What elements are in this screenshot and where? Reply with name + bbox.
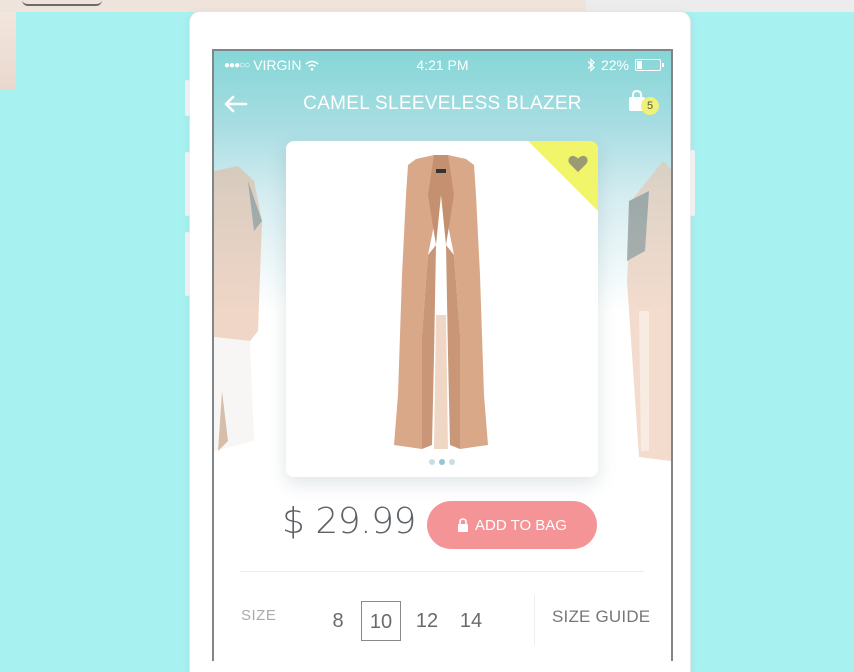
section-divider	[240, 571, 644, 572]
app-screen: ●●●○○ VIRGIN 4:21 PM 22% CAMEL SLEEVELES…	[212, 49, 673, 661]
background-photo-corner	[0, 12, 16, 90]
bluetooth-icon	[587, 58, 595, 72]
prev-product-preview[interactable]	[214, 161, 266, 461]
phone-volume-up	[185, 152, 190, 216]
carousel-dots	[286, 459, 598, 465]
status-bar: ●●●○○ VIRGIN 4:21 PM 22%	[214, 51, 671, 79]
size-selector: SIZE 8 10 12 14 SIZE GUIDE	[214, 591, 671, 645]
phone-mute-switch	[185, 80, 190, 116]
carousel-dot-active[interactable]	[439, 459, 445, 465]
next-product-preview[interactable]	[619, 161, 671, 461]
nav-bar: CAMEL SLEEVELESS BLAZER 5	[214, 85, 671, 125]
favorite-corner	[528, 141, 598, 211]
size-row-separator	[534, 595, 535, 645]
battery-level-fill	[637, 61, 642, 69]
background-top-strip	[586, 0, 854, 12]
battery-percent: 22%	[600, 57, 629, 73]
size-option-10[interactable]: 10	[361, 601, 401, 641]
add-to-bag-label: ADD TO BAG	[475, 516, 567, 534]
bag-count-badge: 5	[641, 97, 659, 115]
heart-icon[interactable]	[567, 153, 589, 173]
size-option-8[interactable]: 8	[318, 601, 358, 641]
size-option-14[interactable]: 14	[451, 601, 491, 641]
product-card[interactable]	[286, 141, 598, 477]
phone-power-button	[690, 150, 695, 216]
product-price: $ 29.99	[282, 501, 416, 542]
product-image	[394, 155, 488, 449]
size-guide-link[interactable]: SIZE GUIDE	[552, 607, 650, 627]
page-title: CAMEL SLEEVELESS BLAZER	[303, 93, 582, 114]
carousel-dot[interactable]	[449, 459, 455, 465]
bag-lock-icon	[458, 518, 468, 532]
size-option-12[interactable]: 12	[407, 601, 447, 641]
shopping-bag-button[interactable]: 5	[625, 85, 659, 121]
battery-tip	[662, 63, 664, 67]
carousel-dot[interactable]	[429, 459, 435, 465]
battery-icon	[635, 59, 664, 71]
phone-volume-down	[185, 232, 190, 296]
background-logo-mark	[22, 0, 102, 6]
size-label: SIZE	[241, 607, 277, 624]
add-to-bag-button[interactable]: ADD TO BAG	[427, 501, 597, 549]
status-right: 22%	[587, 57, 664, 73]
